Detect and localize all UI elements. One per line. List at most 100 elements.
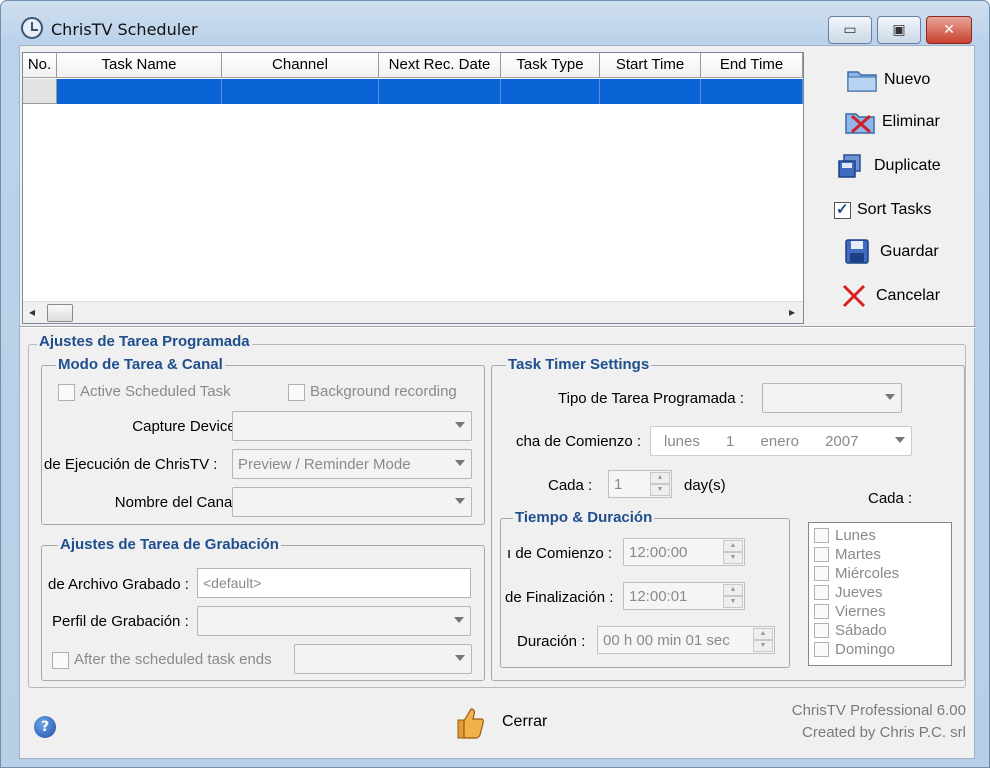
day-checkbox[interactable] — [814, 566, 829, 581]
column-header-channel[interactable]: Channel — [222, 53, 379, 78]
calendar-dropdown-icon[interactable] — [895, 437, 905, 443]
ejecucion-select[interactable]: Preview / Reminder Mode — [232, 449, 472, 479]
window-title: ChrisTV Scheduler — [51, 20, 198, 39]
duplicate-button[interactable]: Duplicate — [836, 148, 941, 184]
minimize-button[interactable]: ▭ — [828, 16, 872, 44]
sort-tasks-label: Sort Tasks — [857, 201, 932, 218]
day-checkbox[interactable] — [814, 585, 829, 600]
capture-device-select[interactable] — [232, 411, 472, 441]
day-label: Domingo — [835, 641, 896, 658]
task-grid[interactable]: No. Task Name Channel Next Rec. Date Tas… — [22, 52, 804, 324]
row-header[interactable] — [23, 79, 57, 104]
day-checkbox[interactable] — [814, 547, 829, 562]
column-header-next-rec-date[interactable]: Next Rec. Date — [379, 53, 501, 78]
application-window: ChrisTV Scheduler ▭ ▣ ✕ No. Task Name Ch… — [0, 0, 990, 768]
spin-up-icon[interactable]: ▲ — [650, 472, 670, 484]
list-item[interactable]: Sábado — [814, 621, 887, 640]
days-checklist[interactable]: Lunes Martes Miércoles Jueves Viernes Sá… — [808, 522, 952, 666]
credits: ChrisTV Professional 6.00 Created by Chr… — [792, 700, 966, 744]
sort-tasks-checkbox[interactable]: Sort Tasks — [834, 192, 931, 228]
column-header-task-name[interactable]: Task Name — [57, 53, 222, 78]
day-checkbox[interactable] — [814, 623, 829, 638]
spin-down-icon[interactable]: ▼ — [753, 640, 773, 652]
comienzo-time-input[interactable]: 12:00:00 ▲ ▼ — [623, 538, 745, 566]
maximize-button[interactable]: ▣ — [877, 16, 921, 44]
created-by: Created by Chris P.C. srl — [802, 724, 966, 741]
eliminar-button[interactable]: Eliminar — [844, 104, 940, 140]
archivo-input[interactable]: <default> — [197, 568, 471, 598]
guardar-button[interactable]: Guardar — [842, 234, 939, 270]
ejecucion-value: Preview / Reminder Mode — [238, 456, 411, 473]
background-recording-label: Background recording — [310, 383, 457, 400]
column-header-task-type[interactable]: Task Type — [501, 53, 600, 78]
table-cell[interactable] — [501, 79, 600, 104]
cada-value: 1 — [614, 476, 623, 493]
column-header-end-time[interactable]: End Time — [701, 53, 803, 78]
minimize-icon: ▭ — [843, 22, 857, 38]
folder-icon — [846, 66, 878, 94]
duracion-input[interactable]: 00 h 00 min 01 sec ▲ ▼ — [597, 626, 775, 654]
spin-down-icon[interactable]: ▼ — [650, 484, 670, 496]
active-task-checkbox[interactable] — [58, 384, 75, 401]
day-checkbox[interactable] — [814, 528, 829, 543]
finalizacion-value: 12:00:01 — [629, 588, 688, 605]
spin-up-icon[interactable]: ▲ — [753, 628, 773, 640]
capture-device-label: Capture Device : — [132, 418, 244, 435]
spin-down-icon[interactable]: ▼ — [723, 596, 743, 608]
fecha-label: cha de Comienzo : — [516, 433, 642, 450]
list-item[interactable]: Domingo — [814, 640, 895, 659]
cada-spinner[interactable]: 1 ▲ ▼ — [608, 470, 672, 498]
after-task-checkbox[interactable] — [52, 652, 69, 669]
column-header-no[interactable]: No. — [23, 53, 57, 78]
finalizacion-label: de Finalización : — [505, 589, 614, 606]
spin-up-icon[interactable]: ▲ — [723, 540, 743, 552]
table-row[interactable] — [23, 79, 803, 104]
day-checkbox[interactable] — [814, 604, 829, 619]
nombre-canal-select[interactable] — [232, 487, 472, 517]
ajustes-tarea-group: Ajustes de Tarea Programada Modo de Tare… — [28, 333, 966, 688]
scroll-left-icon[interactable]: ◂ — [29, 305, 35, 319]
close-button[interactable]: ✕ — [926, 16, 972, 44]
day-label: Viernes — [835, 603, 886, 620]
list-item[interactable]: Viernes — [814, 602, 886, 621]
fecha-day: 1 — [726, 433, 735, 450]
table-cell[interactable] — [600, 79, 701, 104]
nuevo-button[interactable]: Nuevo — [846, 62, 930, 98]
help-icon[interactable]: ? — [34, 716, 56, 738]
after-task-select[interactable] — [294, 644, 472, 674]
sort-tasks-check[interactable] — [834, 200, 851, 219]
tiempo-duracion-title: Tiempo & Duración — [513, 509, 655, 526]
background-recording-checkbox[interactable] — [288, 384, 305, 401]
nuevo-label: Nuevo — [884, 71, 931, 88]
after-task-label: After the scheduled task ends — [74, 651, 272, 668]
table-cell[interactable] — [701, 79, 803, 104]
tipo-select[interactable] — [762, 383, 902, 413]
table-cell[interactable] — [222, 79, 379, 104]
spin-down-icon[interactable]: ▼ — [723, 552, 743, 564]
modo-tarea-group: Modo de Tarea & Canal Active Scheduled T… — [41, 356, 485, 525]
client-area: No. Task Name Channel Next Rec. Date Tas… — [19, 45, 976, 759]
list-item[interactable]: Lunes — [814, 526, 876, 545]
table-cell[interactable] — [57, 79, 222, 104]
perfil-select[interactable] — [197, 606, 471, 636]
horizontal-scrollbar[interactable]: ◂ ▸ — [23, 301, 803, 323]
grid-header: No. Task Name Channel Next Rec. Date Tas… — [23, 53, 803, 78]
scroll-thumb[interactable] — [47, 304, 73, 322]
nombre-canal-label: Nombre del Canal : — [114, 494, 244, 511]
cancel-x-icon — [838, 282, 870, 310]
column-header-start-time[interactable]: Start Time — [600, 53, 701, 78]
fecha-picker[interactable]: lunes 1 enero 2007 — [650, 426, 912, 456]
spin-up-icon[interactable]: ▲ — [723, 584, 743, 596]
guardar-label: Guardar — [880, 243, 939, 260]
day-checkbox[interactable] — [814, 642, 829, 657]
cancelar-button[interactable]: Cancelar — [838, 278, 940, 314]
finalizacion-time-input[interactable]: 12:00:01 ▲ ▼ — [623, 582, 745, 610]
list-item[interactable]: Miércoles — [814, 564, 899, 583]
cerrar-button[interactable]: Cerrar — [452, 702, 547, 742]
scroll-right-icon[interactable]: ▸ — [789, 305, 795, 319]
table-cell[interactable] — [379, 79, 501, 104]
days-unit-label: day(s) — [684, 477, 726, 494]
list-item[interactable]: Jueves — [814, 583, 883, 602]
list-item[interactable]: Martes — [814, 545, 881, 564]
comienzo-value: 12:00:00 — [629, 544, 688, 561]
